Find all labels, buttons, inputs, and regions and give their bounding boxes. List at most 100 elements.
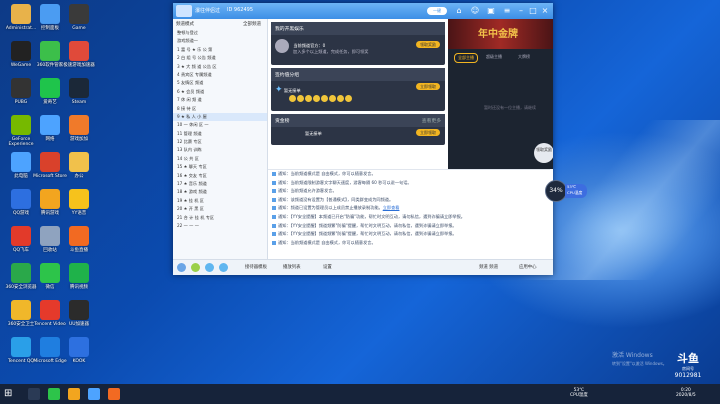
channel-avatar[interactable]: [176, 5, 192, 17]
channel-item[interactable]: 8 接 待 区: [173, 105, 267, 113]
desktop-icon-label: 办公: [74, 174, 84, 179]
channel-item[interactable]: 9 ★ 私 人 小 屋: [173, 112, 267, 122]
app-icon: [40, 41, 60, 61]
coin-row: [289, 95, 441, 103]
app-icon: [40, 300, 60, 320]
channel-item[interactable]: 12 比赛 专区: [173, 138, 267, 146]
rank-claim-button[interactable]: 立即领取: [416, 129, 440, 136]
claim-reward-button[interactable]: 领取奖励: [416, 41, 440, 48]
chat-message: 通知：【YY安全提醒】频道频繁"防骗"提醒，帮忙时文明互动，请勿私信，遇到诈骗请…: [268, 222, 550, 231]
speed-ball[interactable]: 34%: [545, 180, 567, 202]
close-icon[interactable]: ×: [539, 5, 551, 17]
playlist-button[interactable]: 播放列表: [283, 264, 301, 270]
sign-claim-button[interactable]: 立即领取: [416, 83, 440, 90]
desktop-icon[interactable]: 斗鱼直播: [62, 226, 96, 253]
mic-icon[interactable]: [191, 263, 200, 272]
desktop-icon[interactable]: 办公: [62, 152, 96, 179]
rank-more-link[interactable]: 查看更多: [422, 117, 441, 124]
window-titlebar[interactable]: 瀑往伴侣过 ID 962495 一键 ⌂ ☺ ▣ ≡ – □ ×: [173, 3, 553, 19]
app-icon: [11, 337, 31, 357]
channel-item[interactable]: 15 ★ 聊天 专区: [173, 163, 267, 171]
channel-item[interactable]: 2 白 组 号 公告 频道: [173, 54, 267, 62]
banner-tab-all[interactable]: 全部主播: [454, 53, 478, 63]
banner-tab-super[interactable]: 超级主播: [486, 53, 502, 61]
channel-item[interactable]: 13 队内 训练: [173, 146, 267, 154]
channel-item[interactable]: 4 贵宾区 专属频道: [173, 71, 267, 79]
channel-item[interactable]: 16 ★ 交友 专区: [173, 172, 267, 180]
desktop-icon[interactable]: YY语音: [62, 189, 96, 216]
desktop-icon[interactable]: 腾讯视频: [62, 263, 96, 290]
channel-item[interactable]: 游戏频道一: [173, 37, 267, 45]
clock[interactable]: 0:20 2020/8/5: [676, 388, 696, 398]
channel-item[interactable]: 14 公 共 区: [173, 155, 267, 163]
desktop-icon-label: Steam: [71, 100, 87, 105]
desktop-icon-label: KOOK: [72, 359, 86, 364]
notice-icon: [272, 197, 276, 202]
app-icon: [40, 337, 60, 357]
channel-filter[interactable]: 全部频道: [243, 21, 264, 27]
settings-button[interactable]: 设置: [323, 264, 332, 270]
sign-status-text: 暂无接单: [283, 88, 301, 93]
channel-switch-button[interactable]: 频道 频道: [479, 264, 498, 270]
channel-item[interactable]: 11 管理 频道: [173, 130, 267, 138]
douyu-watermark: 斗鱼 房间号 9012981: [666, 350, 710, 380]
douyu-taskbar-icon[interactable]: [108, 388, 120, 400]
desktop-icon[interactable]: Game: [62, 4, 96, 31]
user-icon[interactable]: ☺: [469, 5, 481, 17]
channel-list-panel: 频道模式 全部频道 整顿与登过 游戏频道一 1 富 号 ★ 乐 公 第2 白 组 号…: [173, 19, 268, 259]
desktop-icon[interactable]: 极速游戏加速器: [62, 41, 96, 68]
maximize-icon[interactable]: □: [527, 5, 539, 17]
desktop-icon[interactable]: UU加速器: [62, 300, 96, 327]
wechat-taskbar-icon[interactable]: [48, 388, 60, 400]
channel-item[interactable]: 21 合 计 挂 机 专区: [173, 214, 267, 222]
app-icon: [69, 226, 89, 246]
speaker-icon[interactable]: [205, 263, 214, 272]
banner-tab-rank[interactable]: 大牌榜: [518, 53, 530, 61]
channel-item[interactable]: 20 ★ 开 黑 区: [173, 205, 267, 213]
search-icon[interactable]: [28, 388, 40, 400]
desktop-icon[interactable]: 游戏加加: [62, 115, 96, 142]
game-icon[interactable]: ▣: [485, 5, 497, 17]
desktop-icon-label: Game: [72, 26, 86, 31]
app-center-button[interactable]: 应用中心: [519, 264, 537, 270]
minimize-icon[interactable]: –: [515, 5, 527, 17]
channel-item[interactable]: 18 ★ 游戏 频道: [173, 188, 267, 196]
channel-item[interactable]: 5 友情区 频道: [173, 79, 267, 87]
app-icon: [69, 41, 89, 61]
windows-start-icon[interactable]: ⊞: [4, 388, 16, 400]
task-panel-body: 当前频道官方：0 加入多个以上频道，完成任务，即可领奖 领取奖励: [271, 35, 445, 65]
yy-taskbar-icon[interactable]: [88, 388, 100, 400]
channel-item[interactable]: 22 一 一 一: [173, 222, 267, 230]
channel-item[interactable]: 6 ★ 会员 频道: [173, 88, 267, 96]
channel-item[interactable]: 19 ★ 挂 机 区: [173, 197, 267, 205]
app-icon: [69, 152, 89, 172]
notice-link[interactable]: 立即查看: [383, 205, 400, 210]
folder-taskbar-icon[interactable]: [68, 388, 80, 400]
douyu-room-id: 9012981: [674, 372, 702, 379]
home-icon[interactable]: ⌂: [453, 5, 465, 17]
template-button[interactable]: 接待器模板: [245, 264, 267, 270]
menu-icon[interactable]: ≡: [501, 5, 513, 17]
channel-item[interactable]: 17 ★ 音乐 频道: [173, 180, 267, 188]
chat-window: 瀑往伴侣过 ID 962495 一键 ⌂ ☺ ▣ ≡ – □ × 频道模式 全部…: [173, 3, 553, 275]
app-icon: [69, 4, 89, 24]
douyu-logo: 斗鱼: [677, 352, 699, 365]
reward-fab-button[interactable]: 领取奖励: [534, 143, 553, 163]
channel-item[interactable]: 1 富 号 ★ 乐 公 第: [173, 46, 267, 54]
channel-list-header: 频道模式 全部频道: [173, 19, 267, 29]
channel-item[interactable]: 10 一 休闲 区 一: [173, 121, 267, 129]
desktop-icon[interactable]: Steam: [62, 78, 96, 105]
channel-item[interactable]: 整顿与登过: [173, 29, 267, 37]
user-avatar-icon[interactable]: [177, 263, 186, 272]
app-icon: [40, 152, 60, 172]
desktop-icon-label: 斗鱼直播: [70, 248, 88, 253]
channel-item[interactable]: 3 ★ 大 频 道 公告 区: [173, 63, 267, 71]
headset-icon[interactable]: [219, 263, 228, 272]
channel-item[interactable]: 7 休 闲 频 道: [173, 96, 267, 104]
star-icon: ✦: [275, 85, 283, 95]
task-count-text: 当前频道官方：0: [293, 43, 326, 48]
desktop-icon[interactable]: KOOK: [62, 337, 96, 364]
chat-message: 通知：当前频道限制游客文字聊天速度，游客每隔 60 秒可以说一句话。: [268, 179, 550, 188]
quick-pill-button[interactable]: 一键: [427, 7, 447, 15]
user-avatar: [275, 39, 289, 53]
